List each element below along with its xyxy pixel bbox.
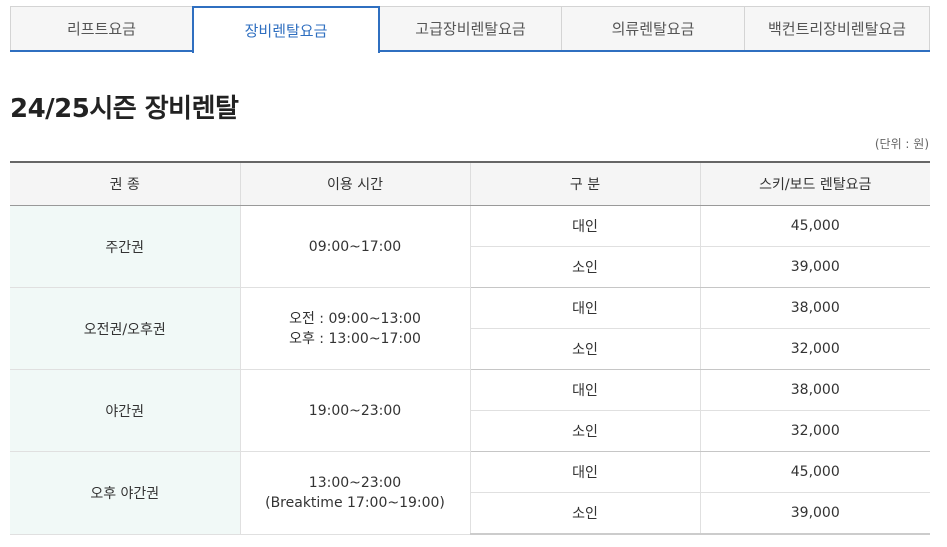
usage-time-cell: 13:00~23:00 (Breaktime 17:00~19:00) bbox=[239, 451, 470, 535]
tab-equipment-rental[interactable]: 장비렌탈요금 bbox=[192, 6, 380, 53]
category-cell: 대인 bbox=[469, 287, 700, 329]
price-cell: 38,000 bbox=[699, 287, 930, 329]
time-line: 오전 : 09:00~13:00 bbox=[289, 310, 421, 327]
time-line: (Breaktime 17:00~19:00) bbox=[265, 494, 445, 511]
category-cell: 대인 bbox=[469, 205, 700, 247]
tab-clothing-rental[interactable]: 의류렌탈요금 bbox=[561, 6, 745, 50]
price-cell: 45,000 bbox=[699, 205, 930, 247]
category-cell: 소인 bbox=[469, 246, 700, 288]
price-cell: 39,000 bbox=[699, 492, 930, 535]
page-title: 24/25시즌 장비렌탈 bbox=[10, 94, 239, 124]
usage-time-cell: 09:00~17:00 bbox=[239, 205, 470, 288]
ticket-type-cell: 야간권 bbox=[10, 369, 240, 452]
table-row: 오후 야간권 13:00~23:00 (Breaktime 17:00~19:0… bbox=[10, 451, 930, 535]
page: 리프트요금 장비렌탈요금 고급장비렌탈요금 의류렌탈요금 백컨트리장비렌탈요금 … bbox=[0, 0, 947, 547]
category-cell: 소인 bbox=[469, 328, 700, 370]
table-header-row: 권 종 이용 시간 구 분 스키/보드 렌탈요금 bbox=[10, 161, 930, 206]
time-line: 19:00~23:00 bbox=[308, 402, 402, 419]
rental-price-table: 권 종 이용 시간 구 분 스키/보드 렌탈요금 주간권 09:00~17:00… bbox=[10, 161, 930, 535]
header-category: 구 분 bbox=[469, 161, 700, 206]
category-cell: 소인 bbox=[469, 410, 700, 452]
category-cell: 대인 bbox=[469, 451, 700, 493]
tab-backcountry-rental[interactable]: 백컨트리장비렌탈요금 bbox=[744, 6, 930, 50]
header-usage-time: 이용 시간 bbox=[239, 161, 470, 206]
tab-underline bbox=[10, 50, 930, 52]
ticket-type-cell: 오전권/오후권 bbox=[10, 287, 240, 370]
header-rental-price: 스키/보드 렌탈요금 bbox=[699, 161, 930, 206]
price-cell: 45,000 bbox=[699, 451, 930, 493]
table-row: 주간권 09:00~17:00 대인 45,000 bbox=[10, 205, 930, 288]
price-cell: 32,000 bbox=[699, 328, 930, 370]
time-line: 09:00~17:00 bbox=[308, 238, 402, 255]
header-ticket-type: 권 종 bbox=[10, 161, 240, 206]
ticket-type-cell: 주간권 bbox=[10, 205, 240, 288]
price-cell: 38,000 bbox=[699, 369, 930, 411]
time-line: 13:00~23:00 bbox=[308, 474, 402, 491]
category-cell: 대인 bbox=[469, 369, 700, 411]
price-cell: 32,000 bbox=[699, 410, 930, 452]
time-line: 오후 : 13:00~17:00 bbox=[289, 330, 421, 347]
price-cell: 39,000 bbox=[699, 246, 930, 288]
usage-time-cell: 오전 : 09:00~13:00 오후 : 13:00~17:00 bbox=[239, 287, 470, 370]
table-row: 오전권/오후권 오전 : 09:00~13:00 오후 : 13:00~17:0… bbox=[10, 287, 930, 370]
ticket-type-cell: 오후 야간권 bbox=[10, 451, 240, 535]
unit-note: (단위 : 원) bbox=[874, 137, 929, 151]
tab-bar: 리프트요금 장비렌탈요금 고급장비렌탈요금 의류렌탈요금 백컨트리장비렌탈요금 bbox=[10, 6, 930, 53]
category-cell: 소인 bbox=[469, 492, 700, 535]
usage-time-cell: 19:00~23:00 bbox=[239, 369, 470, 452]
tab-lift-price[interactable]: 리프트요금 bbox=[10, 6, 193, 50]
table-row: 야간권 19:00~23:00 대인 38,000 bbox=[10, 369, 930, 452]
tab-premium-equipment-rental[interactable]: 고급장비렌탈요금 bbox=[379, 6, 562, 50]
